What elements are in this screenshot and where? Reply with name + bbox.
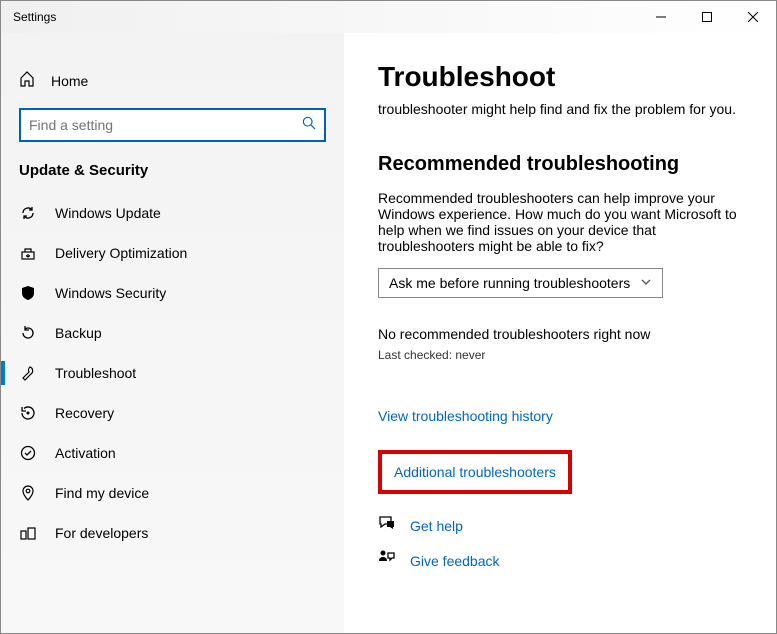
maximize-button[interactable] xyxy=(684,1,730,33)
link-additional-troubleshooters[interactable]: Additional troubleshooters xyxy=(394,464,556,480)
sidebar-item-backup[interactable]: Backup xyxy=(1,313,344,353)
chevron-down-icon xyxy=(640,275,652,291)
troubleshoot-preference-dropdown[interactable]: Ask me before running troubleshooters xyxy=(378,268,663,298)
backup-icon xyxy=(19,325,37,341)
sidebar-item-label: Activation xyxy=(55,445,116,461)
search-input[interactable] xyxy=(29,117,302,133)
sub-heading: Recommended troubleshooting xyxy=(378,153,742,176)
sidebar-item-recovery[interactable]: Recovery xyxy=(1,393,344,433)
description: Recommended troubleshooters can help imp… xyxy=(378,190,742,254)
sidebar: Home Update & Security Windows Update De… xyxy=(1,33,344,633)
location-icon xyxy=(19,485,37,501)
link-history[interactable]: View troubleshooting history xyxy=(378,408,742,424)
sidebar-item-label: Recovery xyxy=(55,405,114,421)
sidebar-item-troubleshoot[interactable]: Troubleshoot xyxy=(1,353,344,393)
sidebar-item-for-developers[interactable]: For developers xyxy=(1,513,344,553)
window-title: Settings xyxy=(13,10,56,24)
sidebar-item-windows-security[interactable]: Windows Security xyxy=(1,273,344,313)
support-give-feedback: Give feedback xyxy=(378,549,742,572)
link-give-feedback[interactable]: Give feedback xyxy=(410,553,500,569)
content: Troubleshoot troubleshooter might help f… xyxy=(344,33,776,633)
dropdown-value: Ask me before running troubleshooters xyxy=(389,275,630,291)
sidebar-item-label: Backup xyxy=(55,325,102,341)
shield-icon xyxy=(19,285,37,301)
window-controls xyxy=(638,1,776,33)
close-button[interactable] xyxy=(730,1,776,33)
intro-text: troubleshooter might help find and fix t… xyxy=(378,101,742,117)
sidebar-item-label: Windows Security xyxy=(55,285,166,301)
sidebar-item-delivery-optimization[interactable]: Delivery Optimization xyxy=(1,233,344,273)
minimize-button[interactable] xyxy=(638,1,684,33)
feedback-icon xyxy=(378,549,396,572)
sidebar-item-label: Troubleshoot xyxy=(55,365,136,381)
home-icon xyxy=(19,71,35,90)
chat-icon xyxy=(378,514,396,537)
check-circle-icon xyxy=(19,445,37,461)
recovery-icon xyxy=(19,405,37,421)
developers-icon xyxy=(19,525,37,541)
sidebar-item-activation[interactable]: Activation xyxy=(1,433,344,473)
wrench-icon xyxy=(19,365,37,381)
sidebar-item-label: Windows Update xyxy=(55,205,161,221)
sidebar-item-windows-update[interactable]: Windows Update xyxy=(1,193,344,233)
nav-home[interactable]: Home xyxy=(1,63,344,98)
titlebar: Settings xyxy=(1,1,776,33)
highlight-box: Additional troubleshooters xyxy=(378,450,572,494)
status-text: No recommended troubleshooters right now xyxy=(378,326,742,342)
search-box[interactable] xyxy=(19,108,326,142)
delivery-icon xyxy=(19,245,37,261)
support-get-help: Get help xyxy=(378,514,742,537)
last-checked: Last checked: never xyxy=(378,348,742,362)
link-get-help[interactable]: Get help xyxy=(410,518,463,534)
nav-home-label: Home xyxy=(51,73,88,89)
sidebar-item-label: Find my device xyxy=(55,485,149,501)
sidebar-item-label: Delivery Optimization xyxy=(55,245,187,261)
sync-icon xyxy=(19,205,37,221)
page-title: Troubleshoot xyxy=(378,61,742,93)
search-icon xyxy=(302,116,316,135)
sidebar-item-find-my-device[interactable]: Find my device xyxy=(1,473,344,513)
sidebar-item-label: For developers xyxy=(55,525,148,541)
section-title: Update & Security xyxy=(1,162,344,193)
